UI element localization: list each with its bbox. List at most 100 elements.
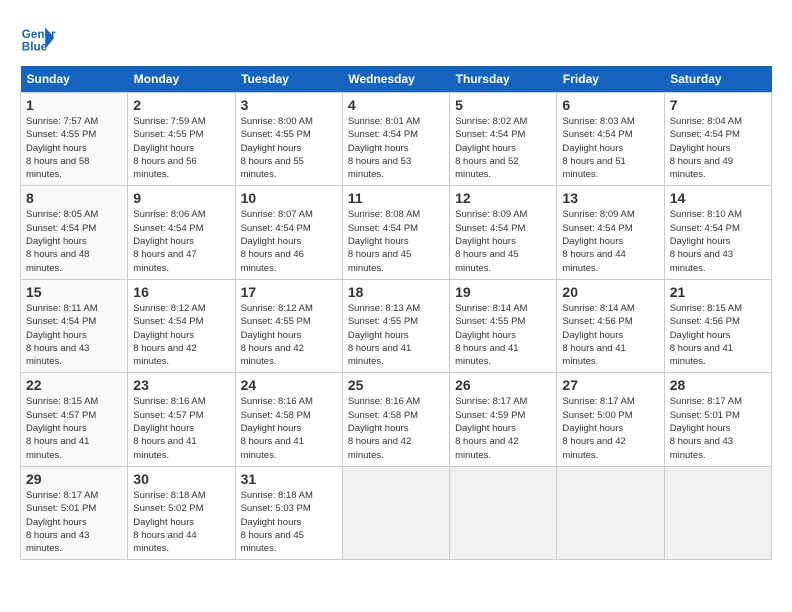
day-info: Sunrise: 8:15 AM Sunset: 4:57 PM Dayligh… [26,395,122,461]
calendar-cell: 19 Sunrise: 8:14 AM Sunset: 4:55 PM Dayl… [450,279,557,372]
day-number: 19 [455,284,551,300]
day-number: 8 [26,190,122,206]
calendar-cell: 2 Sunrise: 7:59 AM Sunset: 4:55 PM Dayli… [128,93,235,186]
day-number: 5 [455,97,551,113]
day-info: Sunrise: 8:17 AM Sunset: 5:00 PM Dayligh… [562,395,658,461]
day-info: Sunrise: 8:16 AM Sunset: 4:58 PM Dayligh… [241,395,337,461]
weekday-header-tuesday: Tuesday [235,66,342,93]
day-info: Sunrise: 8:17 AM Sunset: 5:01 PM Dayligh… [26,489,122,555]
calendar-cell: 25 Sunrise: 8:16 AM Sunset: 4:58 PM Dayl… [342,373,449,466]
day-number: 21 [670,284,766,300]
page-header: General Blue [20,20,772,56]
calendar-cell: 15 Sunrise: 8:11 AM Sunset: 4:54 PM Dayl… [21,279,128,372]
day-number: 24 [241,377,337,393]
day-info: Sunrise: 7:57 AM Sunset: 4:55 PM Dayligh… [26,115,122,181]
calendar-cell: 16 Sunrise: 8:12 AM Sunset: 4:54 PM Dayl… [128,279,235,372]
day-info: Sunrise: 8:04 AM Sunset: 4:54 PM Dayligh… [670,115,766,181]
calendar-cell: 30 Sunrise: 8:18 AM Sunset: 5:02 PM Dayl… [128,466,235,559]
day-number: 3 [241,97,337,113]
day-number: 2 [133,97,229,113]
day-number: 27 [562,377,658,393]
calendar-cell: 3 Sunrise: 8:00 AM Sunset: 4:55 PM Dayli… [235,93,342,186]
weekday-header-saturday: Saturday [664,66,771,93]
calendar-cell: 8 Sunrise: 8:05 AM Sunset: 4:54 PM Dayli… [21,186,128,279]
day-number: 7 [670,97,766,113]
calendar-cell: 31 Sunrise: 8:18 AM Sunset: 5:03 PM Dayl… [235,466,342,559]
calendar-cell: 13 Sunrise: 8:09 AM Sunset: 4:54 PM Dayl… [557,186,664,279]
day-info: Sunrise: 8:16 AM Sunset: 4:58 PM Dayligh… [348,395,444,461]
day-info: Sunrise: 8:11 AM Sunset: 4:54 PM Dayligh… [26,302,122,368]
day-info: Sunrise: 8:00 AM Sunset: 4:55 PM Dayligh… [241,115,337,181]
calendar-cell: 11 Sunrise: 8:08 AM Sunset: 4:54 PM Dayl… [342,186,449,279]
weekday-header-thursday: Thursday [450,66,557,93]
day-info: Sunrise: 8:14 AM Sunset: 4:56 PM Dayligh… [562,302,658,368]
day-info: Sunrise: 7:59 AM Sunset: 4:55 PM Dayligh… [133,115,229,181]
day-number: 16 [133,284,229,300]
week-row-4: 29 Sunrise: 8:17 AM Sunset: 5:01 PM Dayl… [21,466,772,559]
day-info: Sunrise: 8:07 AM Sunset: 4:54 PM Dayligh… [241,208,337,274]
calendar-cell: 29 Sunrise: 8:17 AM Sunset: 5:01 PM Dayl… [21,466,128,559]
day-number: 28 [670,377,766,393]
week-row-2: 15 Sunrise: 8:11 AM Sunset: 4:54 PM Dayl… [21,279,772,372]
day-info: Sunrise: 8:10 AM Sunset: 4:54 PM Dayligh… [670,208,766,274]
day-info: Sunrise: 8:08 AM Sunset: 4:54 PM Dayligh… [348,208,444,274]
day-number: 4 [348,97,444,113]
day-number: 25 [348,377,444,393]
day-info: Sunrise: 8:18 AM Sunset: 5:02 PM Dayligh… [133,489,229,555]
day-number: 1 [26,97,122,113]
logo: General Blue [20,20,56,56]
day-info: Sunrise: 8:15 AM Sunset: 4:56 PM Dayligh… [670,302,766,368]
calendar-cell: 10 Sunrise: 8:07 AM Sunset: 4:54 PM Dayl… [235,186,342,279]
weekday-header-wednesday: Wednesday [342,66,449,93]
calendar-cell [450,466,557,559]
day-info: Sunrise: 8:09 AM Sunset: 4:54 PM Dayligh… [562,208,658,274]
calendar-cell: 21 Sunrise: 8:15 AM Sunset: 4:56 PM Dayl… [664,279,771,372]
calendar-cell: 20 Sunrise: 8:14 AM Sunset: 4:56 PM Dayl… [557,279,664,372]
weekday-header-monday: Monday [128,66,235,93]
calendar-cell: 22 Sunrise: 8:15 AM Sunset: 4:57 PM Dayl… [21,373,128,466]
calendar-cell [664,466,771,559]
day-number: 31 [241,471,337,487]
day-info: Sunrise: 8:09 AM Sunset: 4:54 PM Dayligh… [455,208,551,274]
day-info: Sunrise: 8:01 AM Sunset: 4:54 PM Dayligh… [348,115,444,181]
week-row-3: 22 Sunrise: 8:15 AM Sunset: 4:57 PM Dayl… [21,373,772,466]
calendar-cell: 7 Sunrise: 8:04 AM Sunset: 4:54 PM Dayli… [664,93,771,186]
calendar-cell: 18 Sunrise: 8:13 AM Sunset: 4:55 PM Dayl… [342,279,449,372]
calendar-cell: 24 Sunrise: 8:16 AM Sunset: 4:58 PM Dayl… [235,373,342,466]
day-number: 29 [26,471,122,487]
day-number: 23 [133,377,229,393]
day-info: Sunrise: 8:02 AM Sunset: 4:54 PM Dayligh… [455,115,551,181]
day-number: 20 [562,284,658,300]
day-number: 12 [455,190,551,206]
day-number: 22 [26,377,122,393]
day-info: Sunrise: 8:12 AM Sunset: 4:54 PM Dayligh… [133,302,229,368]
week-row-1: 8 Sunrise: 8:05 AM Sunset: 4:54 PM Dayli… [21,186,772,279]
week-row-0: 1 Sunrise: 7:57 AM Sunset: 4:55 PM Dayli… [21,93,772,186]
calendar-cell: 9 Sunrise: 8:06 AM Sunset: 4:54 PM Dayli… [128,186,235,279]
calendar-cell: 12 Sunrise: 8:09 AM Sunset: 4:54 PM Dayl… [450,186,557,279]
day-info: Sunrise: 8:03 AM Sunset: 4:54 PM Dayligh… [562,115,658,181]
day-number: 15 [26,284,122,300]
day-number: 13 [562,190,658,206]
weekday-header-friday: Friday [557,66,664,93]
day-number: 26 [455,377,551,393]
calendar-cell: 28 Sunrise: 8:17 AM Sunset: 5:01 PM Dayl… [664,373,771,466]
day-info: Sunrise: 8:17 AM Sunset: 5:01 PM Dayligh… [670,395,766,461]
day-info: Sunrise: 8:13 AM Sunset: 4:55 PM Dayligh… [348,302,444,368]
calendar-cell [342,466,449,559]
day-number: 30 [133,471,229,487]
calendar-cell: 17 Sunrise: 8:12 AM Sunset: 4:55 PM Dayl… [235,279,342,372]
day-info: Sunrise: 8:05 AM Sunset: 4:54 PM Dayligh… [26,208,122,274]
calendar-cell: 5 Sunrise: 8:02 AM Sunset: 4:54 PM Dayli… [450,93,557,186]
day-info: Sunrise: 8:16 AM Sunset: 4:57 PM Dayligh… [133,395,229,461]
calendar-cell: 26 Sunrise: 8:17 AM Sunset: 4:59 PM Dayl… [450,373,557,466]
calendar-cell [557,466,664,559]
calendar-table: SundayMondayTuesdayWednesdayThursdayFrid… [20,66,772,560]
calendar-cell: 6 Sunrise: 8:03 AM Sunset: 4:54 PM Dayli… [557,93,664,186]
day-number: 9 [133,190,229,206]
weekday-header-sunday: Sunday [21,66,128,93]
day-info: Sunrise: 8:18 AM Sunset: 5:03 PM Dayligh… [241,489,337,555]
calendar-cell: 1 Sunrise: 7:57 AM Sunset: 4:55 PM Dayli… [21,93,128,186]
logo-icon: General Blue [20,20,56,56]
calendar-cell: 27 Sunrise: 8:17 AM Sunset: 5:00 PM Dayl… [557,373,664,466]
